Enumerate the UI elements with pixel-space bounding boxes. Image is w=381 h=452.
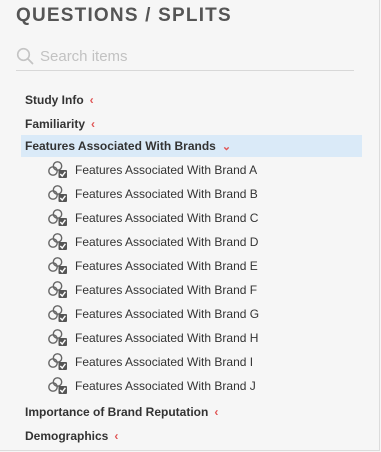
split-question-icon [48,377,67,394]
tree-child-label: Features Associated With Brand H [75,331,259,345]
panel-title: QUESTIONS / SPLITS [16,5,232,26]
tree-child-item[interactable]: Features Associated With Brand I [47,351,253,373]
tree-item-study-info[interactable]: Study Info ‹ [21,89,94,111]
tree-child-label: Features Associated With Brand J [75,379,256,393]
tree-child-item[interactable]: Features Associated With Brand J [47,375,256,397]
tree-item-label: Importance of Brand Reputation [25,405,209,419]
tree-child-item[interactable]: Features Associated With Brand A [47,159,257,181]
chevron-left-icon: ‹ [89,93,94,107]
chevron-left-icon: ‹ [91,117,96,131]
split-question-icon [48,305,67,322]
split-question-icon [48,185,67,202]
tree-child-label: Features Associated With Brand A [75,163,258,177]
tree-child-label: Features Associated With Brand C [75,211,259,225]
tree-child-item[interactable]: Features Associated With Brand F [47,279,257,301]
tree-child-label: Features Associated With Brand E [75,259,258,273]
tree-child-item[interactable]: Features Associated With Brand C [47,207,258,229]
tree-item-label: Features Associated With Brands [25,139,216,153]
tree-item-familiarity[interactable]: Familiarity ‹ [21,113,95,135]
chevron-down-icon: ⌄ [221,140,232,153]
tree-child-label: Features Associated With Brand I [75,355,254,369]
tree-child-item[interactable]: Features Associated With Brand E [47,255,258,277]
tree-item-demographics[interactable]: Demographics ‹ [21,425,118,447]
split-question-icon [48,257,67,274]
split-question-icon [48,329,67,346]
tree-item-features-group[interactable]: Features Associated With Brands ⌄ [21,135,362,157]
chevron-left-icon: ‹ [114,429,119,443]
tree-item-importance-of-brand-reputation[interactable]: Importance of Brand Reputation ‹ [21,401,218,423]
chevron-left-icon: ‹ [214,405,219,419]
search-input[interactable] [40,47,340,65]
tree-child-item[interactable]: Features Associated With Brand D [47,231,258,253]
tree-child-label: Features Associated With Brand F [75,283,258,297]
tree-child-item[interactable]: Features Associated With Brand G [47,303,259,325]
search-icon [16,47,34,65]
split-question-icon [48,233,67,250]
questions-splits-panel: QUESTIONS / SPLITS Study Info ‹ Familiar… [0,0,380,451]
tree-child-label: Features Associated With Brand B [75,187,258,201]
split-question-icon [48,209,67,226]
split-question-icon [48,281,67,298]
search-box[interactable] [16,42,354,71]
tree-child-label: Features Associated With Brand G [75,307,260,321]
split-question-icon [48,161,67,178]
tree-item-label: Demographics [25,429,109,443]
tree-item-label: Familiarity [25,117,86,131]
tree-child-item[interactable]: Features Associated With Brand B [47,183,258,205]
split-question-icon [48,353,67,370]
tree-child-item[interactable]: Features Associated With Brand H [47,327,258,349]
tree-child-label: Features Associated With Brand D [75,235,259,249]
tree-item-label: Study Info [25,93,84,107]
